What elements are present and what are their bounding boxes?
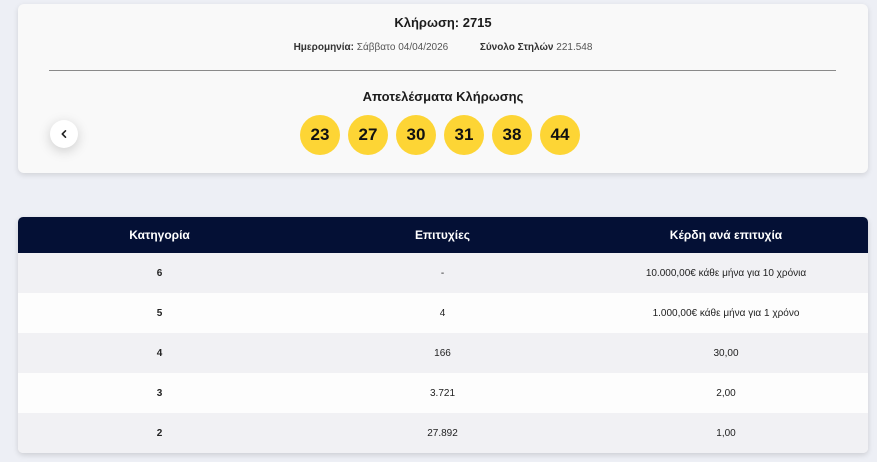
chevron-left-icon xyxy=(61,130,67,138)
draw-meta: Ημερομηνία: Σάββατο 04/04/2026 Σύνολο Στ… xyxy=(18,42,868,53)
prize-cell: 1,00 xyxy=(716,427,736,439)
category-cell: 5 xyxy=(156,307,163,319)
winners-cell: 27.892 xyxy=(427,427,458,439)
winners-cell: 166 xyxy=(434,347,451,359)
date-value: Σάββατο 04/04/2026 xyxy=(356,42,449,53)
table-row: 4 166 30,00 xyxy=(18,333,868,373)
column-header-prize: Κέρδη ανά επιτυχία xyxy=(669,228,783,242)
number-ball: 23 xyxy=(300,115,340,155)
column-header-winners: Επιτυχίες xyxy=(414,228,471,242)
table-row: 3 3.721 2,00 xyxy=(18,373,868,413)
date-label: Ημερομηνία: xyxy=(293,42,355,53)
category-cell: 3 xyxy=(156,387,163,399)
table-row: 6 - 10.000,00€ κάθε μήνα για 10 χρόνια xyxy=(18,253,868,293)
category-cell: 2 xyxy=(156,427,163,439)
prize-table: Κατηγορία Επιτυχίες Κέρδη ανά επιτυχία 6… xyxy=(18,217,868,453)
draw-info-card: Κλήρωση: 2715 Ημερομηνία: Σάββατο 04/04/… xyxy=(18,4,868,173)
prize-cell: 10.000,00€ κάθε μήνα για 10 χρόνια xyxy=(645,267,807,279)
winning-numbers: 23 27 30 31 38 44 xyxy=(300,115,580,155)
table-row: 5 4 1.000,00€ κάθε μήνα για 1 χρόνο xyxy=(18,293,868,333)
winners-cell: 4 xyxy=(439,307,446,319)
table-body: 6 - 10.000,00€ κάθε μήνα για 10 χρόνια 5… xyxy=(18,253,868,453)
column-header-category: Κατηγορία xyxy=(129,228,190,242)
prize-cell: 1.000,00€ κάθε μήνα για 1 χρόνο xyxy=(652,307,800,319)
number-ball: 31 xyxy=(444,115,484,155)
draw-title: Κλήρωση: 2715 xyxy=(394,15,492,30)
columns-label: Σύνολο Στηλών xyxy=(479,42,554,53)
results-title: Αποτελέσματα Κλήρωσης xyxy=(362,89,524,104)
category-cell: 6 xyxy=(156,267,163,279)
winners-cell: - xyxy=(440,267,445,279)
previous-draw-button[interactable] xyxy=(50,120,78,148)
number-ball: 30 xyxy=(396,115,436,155)
divider xyxy=(49,70,836,71)
table-row: 2 27.892 1,00 xyxy=(18,413,868,453)
category-cell: 4 xyxy=(156,347,163,359)
number-ball: 27 xyxy=(348,115,388,155)
winners-cell: 3.721 xyxy=(429,387,456,399)
table-header: Κατηγορία Επιτυχίες Κέρδη ανά επιτυχία xyxy=(18,217,868,253)
number-ball: 44 xyxy=(540,115,580,155)
columns-value: 221.548 xyxy=(556,42,593,53)
prize-cell: 30,00 xyxy=(713,347,739,359)
prize-cell: 2,00 xyxy=(716,387,736,399)
number-ball: 38 xyxy=(492,115,532,155)
